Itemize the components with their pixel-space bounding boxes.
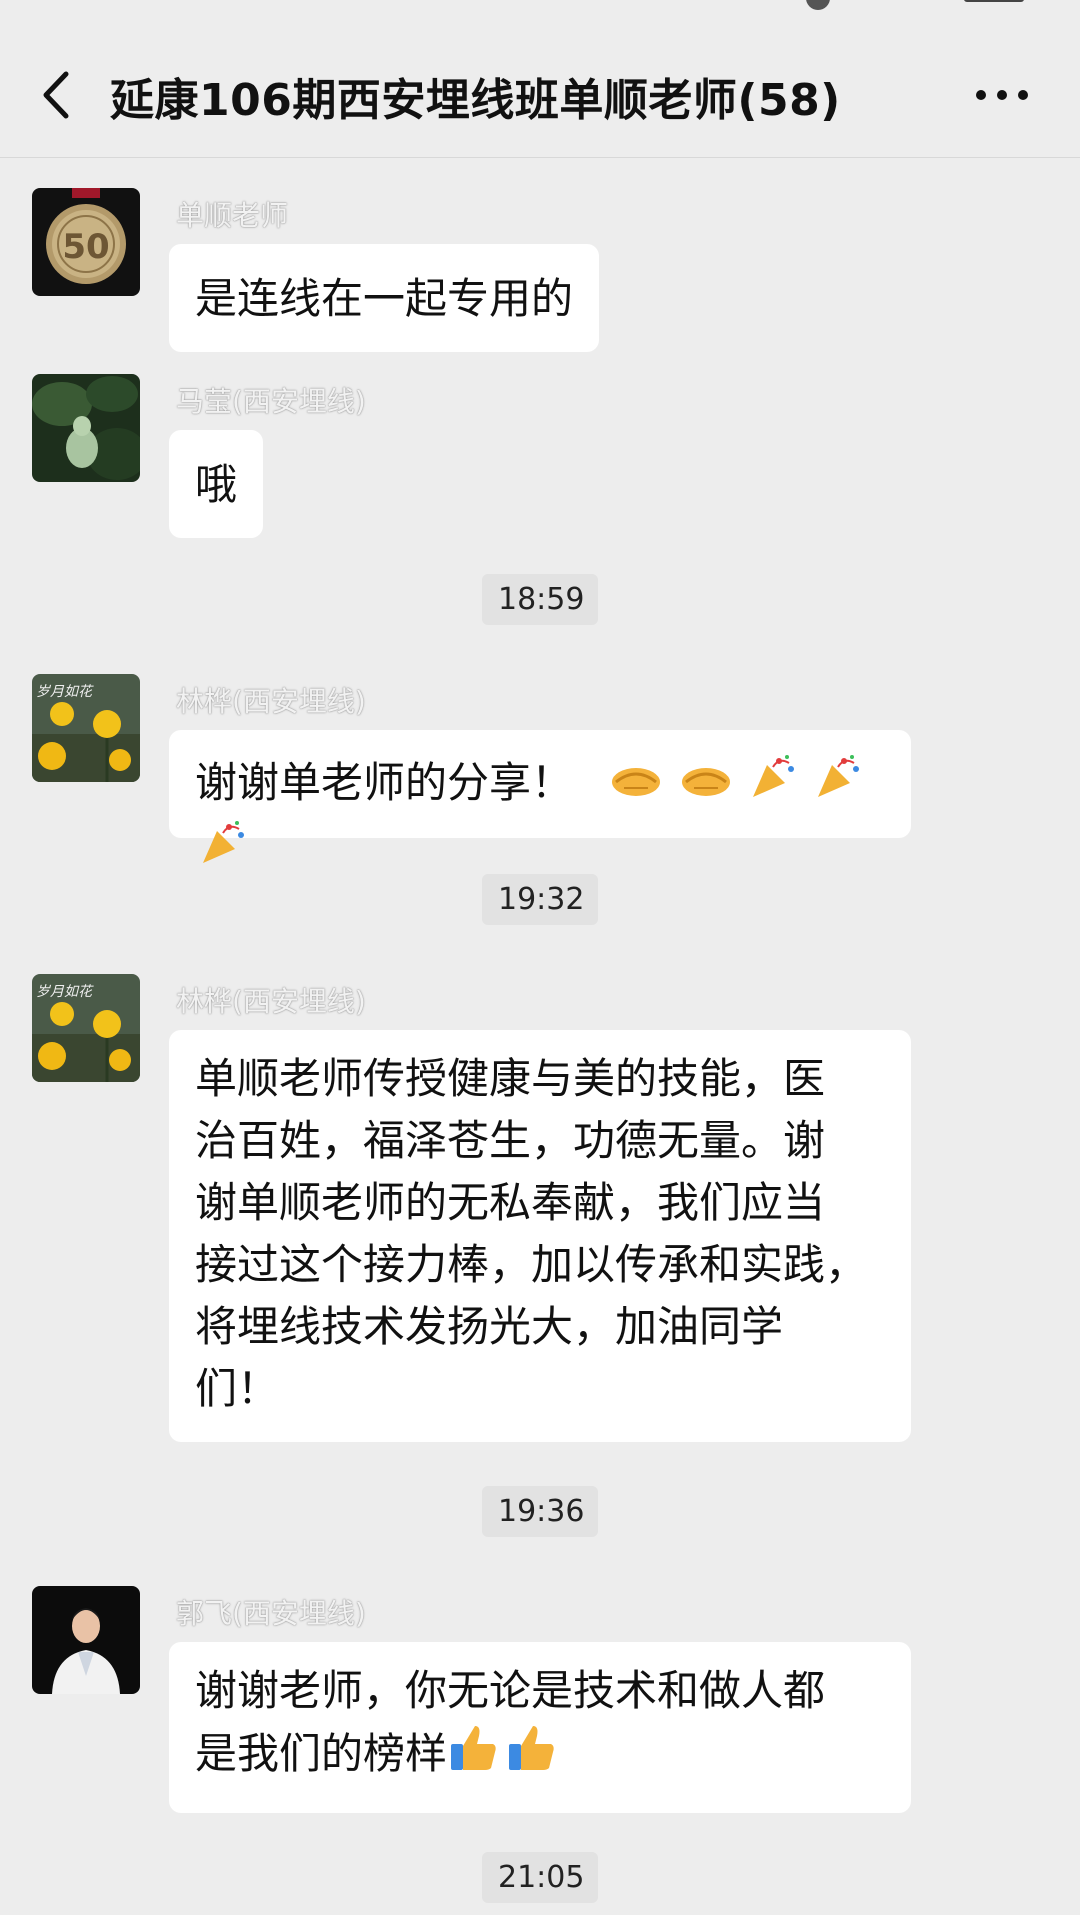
- message-line: 将埋线技术发扬光大，加油同学: [195, 1302, 784, 1351]
- message-bubble[interactable]: 哦: [169, 430, 264, 538]
- back-arrow-icon[interactable]: [38, 70, 78, 120]
- timestamp: 19:32: [482, 874, 598, 925]
- nav-bar: 延康106期西安埋线班单顺老师(58): [0, 18, 1080, 158]
- message-line: 接过这个接力棒，加以传承和实践，: [195, 1240, 868, 1289]
- sender-name: 单顺老师: [176, 199, 289, 232]
- message-bubble[interactable]: 单顺老师传授健康与美的技能，医 治百姓，福泽苍生，功德无量。谢 谢单顺老师的无私…: [169, 1030, 911, 1442]
- status-bar: [0, 0, 1080, 18]
- message-bubble[interactable]: 谢谢老师，你无论是技术和做人都 是我们的榜样: [169, 1642, 911, 1813]
- message-text: 谢谢单老师的分享！: [195, 758, 574, 807]
- sender-name: 马莹(西安埋线): [176, 385, 366, 418]
- svg-text:岁月如花: 岁月如花: [36, 684, 94, 700]
- message-line-with-emoji: 是我们的榜样: [195, 1722, 885, 1791]
- doctor-avatar[interactable]: [32, 1586, 140, 1694]
- message-line: 们！: [195, 1364, 280, 1413]
- thumbs-up-emoji: [447, 1722, 499, 1791]
- status-icon: [806, 0, 830, 10]
- party-popper-emoji: [749, 753, 797, 818]
- sender-name: 郭飞(西安埋线): [176, 1597, 366, 1630]
- message-bubble[interactable]: 谢谢单老师的分享！: [169, 730, 911, 863]
- chat-title: 延康106期西安埋线班单顺老师(58): [110, 75, 841, 126]
- plant-avatar[interactable]: [32, 374, 140, 482]
- medal-avatar[interactable]: 50: [32, 188, 140, 296]
- thumbs-up-emoji: [505, 1722, 557, 1791]
- sender-name: 林桦(西安埋线): [176, 685, 366, 718]
- message-text: 哦: [195, 460, 238, 509]
- message-line: 治百姓，福泽苍生，功德无量。谢: [195, 1116, 826, 1165]
- timestamp: 18:59: [482, 574, 598, 625]
- party-popper-emoji: [199, 819, 247, 884]
- svg-text:50: 50: [62, 227, 109, 267]
- handshake-emoji: [610, 755, 662, 817]
- message-line: 谢谢老师，你无论是技术和做人都: [195, 1666, 826, 1715]
- more-options-icon[interactable]: [976, 90, 1028, 104]
- battery-icon: [964, 0, 1024, 2]
- timestamp: 21:05: [482, 1852, 598, 1903]
- svg-text:岁月如花: 岁月如花: [36, 984, 94, 1000]
- message-line: 单顺老师传授健康与美的技能，医: [195, 1054, 826, 1103]
- message-bubble[interactable]: 是连线在一起专用的: [169, 244, 600, 352]
- message-text: 是连线在一起专用的: [195, 274, 574, 323]
- sender-name: 林桦(西安埋线): [176, 985, 366, 1018]
- flowers-avatar[interactable]: 岁月如花: [32, 974, 140, 1082]
- message-line: 谢单顺老师的无私奉献，我们应当: [195, 1178, 826, 1227]
- party-popper-emoji: [814, 753, 862, 818]
- message-line: 是我们的榜样: [195, 1729, 448, 1778]
- handshake-emoji: [680, 755, 732, 817]
- timestamp: 19:36: [482, 1486, 598, 1537]
- flowers-avatar[interactable]: 岁月如花: [32, 674, 140, 782]
